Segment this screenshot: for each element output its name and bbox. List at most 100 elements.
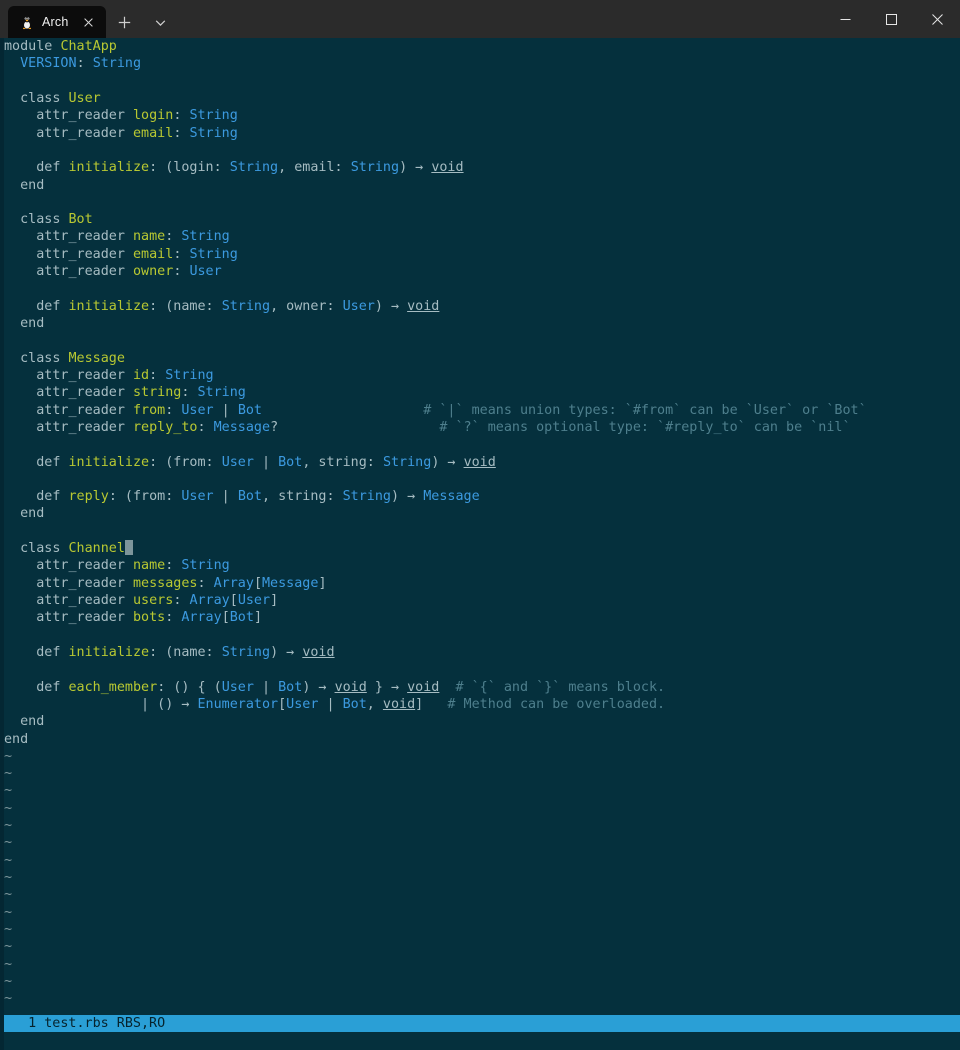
code-token: String: [181, 558, 230, 574]
code-token: User: [189, 264, 222, 280]
code-line: end: [4, 731, 960, 748]
tab-arch[interactable]: Arch: [8, 6, 106, 38]
code-token: attr_reader: [4, 575, 133, 591]
code-token: String: [221, 644, 271, 660]
code-token: def: [4, 298, 69, 314]
code-token: name: [133, 558, 166, 574]
code-token: Array: [189, 593, 230, 608]
code-token: |: [318, 696, 343, 712]
code-token: User: [181, 489, 214, 505]
code-token: string: [133, 385, 182, 401]
tab-close-icon[interactable]: [80, 13, 98, 31]
code-token: initialize: [68, 160, 150, 176]
code-token: :: [76, 56, 93, 72]
code-token: ) →: [431, 454, 464, 470]
code-token: :: [165, 610, 182, 626]
code-token: String: [189, 108, 238, 124]
maximize-button[interactable]: [868, 0, 914, 38]
code-token: : (name:: [149, 298, 222, 314]
code-token: void: [407, 679, 440, 695]
close-button[interactable]: [914, 0, 960, 38]
code-line: attr_reader bots: Array[Bot]: [4, 609, 960, 626]
code-token: attr_reader: [4, 367, 133, 383]
code-token: :: [197, 575, 214, 591]
code-line: attr_reader id: String: [4, 367, 960, 384]
code-token: User: [221, 454, 254, 470]
code-token: : (name:: [149, 644, 222, 660]
tab-title: Arch: [42, 15, 69, 29]
code-line: attr_reader reply_to: Message? # `?` mea…: [4, 419, 960, 436]
code-token: , owner:: [270, 298, 343, 314]
code-token: User: [286, 696, 319, 712]
chevron-down-icon[interactable]: [142, 6, 178, 38]
code-token: String: [165, 367, 214, 383]
code-line: def initialize: (from: User | Bot, strin…: [4, 454, 960, 471]
tux-penguin-icon: [19, 14, 35, 30]
code-token: String: [350, 160, 400, 176]
code-token: :: [165, 229, 182, 245]
code-token: initialize: [68, 298, 150, 314]
code-token: ,: [366, 696, 383, 712]
empty-line-marker: ~: [4, 748, 13, 764]
vim-buffer[interactable]: module ChatApp VERSION: String class Use…: [4, 38, 960, 1050]
code-token: :: [149, 367, 166, 383]
code-token: [: [221, 610, 230, 626]
code-token: :: [173, 593, 190, 608]
terminal-content[interactable]: module ChatApp VERSION: String class Use…: [0, 38, 960, 1050]
code-token: :: [173, 125, 190, 141]
code-token: User: [342, 298, 375, 314]
code-line: attr_reader owner: User: [4, 263, 960, 280]
code-token: Bot: [278, 679, 303, 695]
code-token: class: [4, 90, 69, 106]
code-token: end: [4, 506, 45, 522]
code-token: Message: [68, 350, 125, 366]
vim-command-line[interactable]: [4, 1032, 960, 1050]
code-token: Array: [181, 610, 222, 626]
empty-line-marker: ~: [4, 835, 13, 851]
code-token: void: [463, 454, 496, 470]
code-line: attr_reader string: String: [4, 384, 960, 401]
empty-line-marker: ~: [4, 766, 13, 782]
code-token: : (from:: [108, 489, 182, 505]
code-token: |: [213, 402, 238, 418]
code-token: } →: [366, 679, 408, 695]
code-token: attr_reader: [4, 402, 133, 418]
code-token: end: [4, 177, 45, 193]
empty-line-marker: ~: [4, 921, 13, 937]
code-line: end: [4, 315, 960, 332]
code-token: def: [4, 454, 69, 470]
code-token: ]: [270, 593, 279, 608]
code-token: attr_reader: [4, 385, 133, 401]
code-token: class: [4, 541, 69, 557]
code-token: from: [133, 402, 166, 418]
code-token: ]: [253, 610, 262, 626]
code-token: initialize: [68, 454, 150, 470]
new-tab-button[interactable]: [106, 6, 142, 38]
code-token: |: [253, 679, 279, 695]
code-token: void: [302, 644, 335, 660]
code-token: [: [229, 593, 238, 608]
code-token: ) →: [270, 644, 303, 660]
minimize-button[interactable]: [822, 0, 868, 38]
title-bar: Arch: [0, 0, 960, 38]
code-token: Channel: [68, 541, 125, 557]
code-token: # `?` means optional type: `#reply_to` c…: [439, 419, 851, 435]
code-token: attr_reader: [4, 246, 133, 262]
code-token: [: [278, 696, 287, 712]
code-token: module: [4, 39, 61, 54]
code-token: attr_reader: [4, 419, 133, 435]
code-token: User: [68, 90, 101, 106]
code-token: Message: [213, 419, 271, 435]
code-token: Bot: [237, 489, 262, 505]
code-line: attr_reader messages: Array[Message]: [4, 575, 960, 592]
code-token: end: [4, 316, 45, 331]
empty-line-marker: ~: [4, 973, 13, 989]
code-token: User: [237, 593, 271, 608]
